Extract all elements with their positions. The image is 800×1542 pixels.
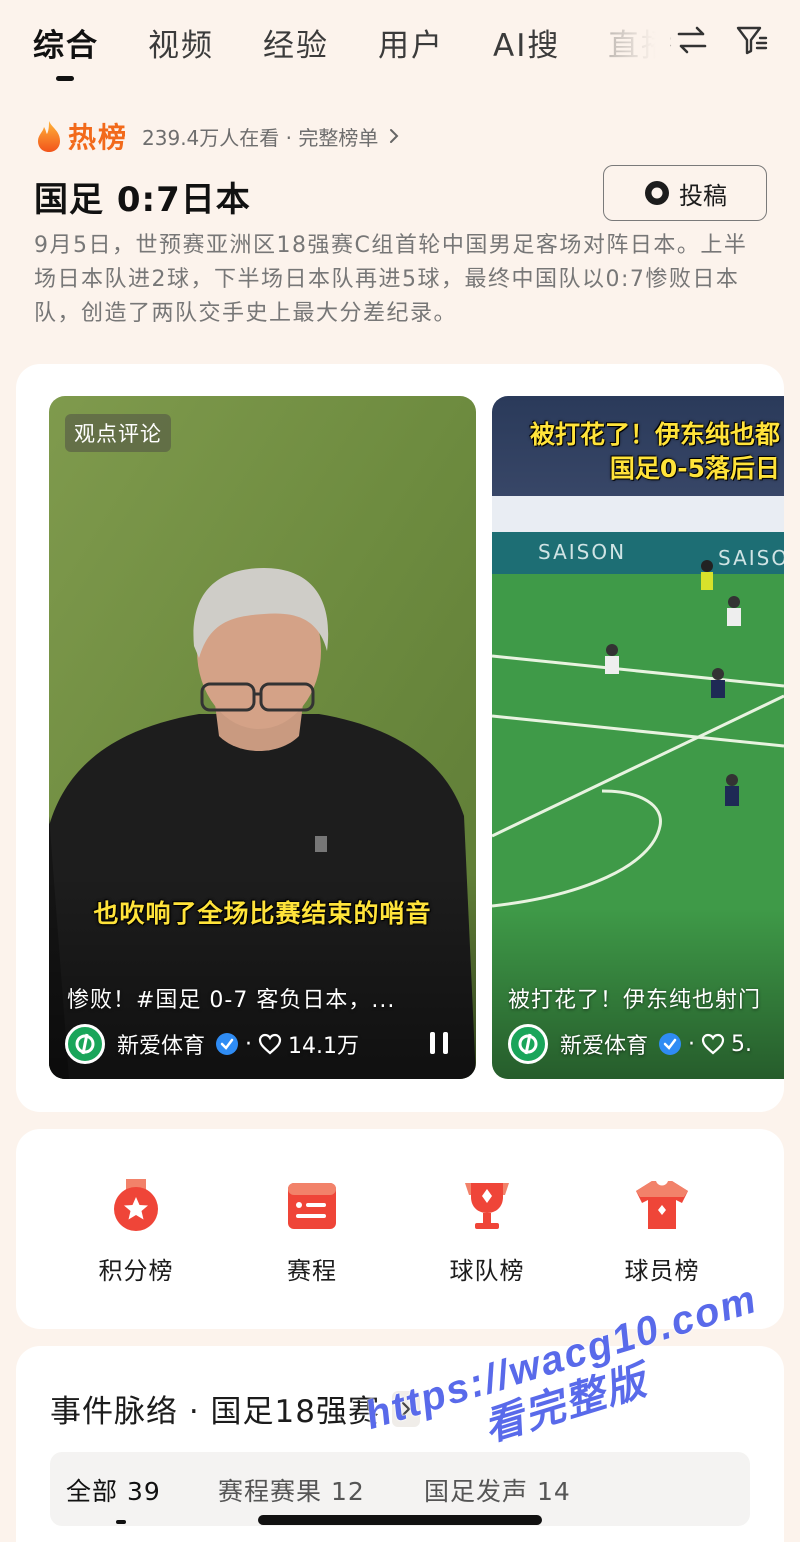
jersey-icon — [636, 1181, 688, 1229]
filter-team-statements[interactable]: 国足发声 14 — [424, 1472, 571, 1508]
team-ranking-label: 球队榜 — [449, 1257, 525, 1285]
video-author-row[interactable]: 新爱体育 · 5. — [508, 1024, 752, 1064]
top-tab-bar: 综合 视频 经验 用户 AI搜 直播 — [0, 0, 800, 96]
caption-line-1: 被打花了！伊东纯也都 — [529, 420, 780, 449]
board-text-right: SAISON — [718, 546, 784, 570]
video-title: 惨败！#国足 0-7 客负日本，... — [67, 988, 396, 1013]
switch-icon[interactable] — [676, 24, 708, 56]
schedule-label: 赛程 — [287, 1257, 337, 1285]
brand-logo-icon — [75, 1033, 95, 1055]
caption-line-2: 国足0-5落后日 — [609, 454, 780, 483]
team-ranking-entry[interactable]: 球队榜 — [427, 1177, 547, 1286]
author-name[interactable]: 新爱体育 — [560, 1028, 648, 1060]
flame-icon — [38, 121, 60, 152]
schedule-entry[interactable]: 赛程 — [252, 1177, 372, 1286]
board-text-left: SAISON — [538, 540, 627, 564]
pause-icon[interactable] — [428, 1030, 450, 1056]
active-filter-indicator — [116, 1520, 126, 1524]
submit-post-button[interactable]: 投稿 — [603, 165, 767, 221]
video-carousel[interactable]: 观点评论 也吹响了全场比赛结束的哨音 惨败！#国足 0-7 客负日本，... 新… — [16, 364, 784, 1112]
player-ranking-entry[interactable]: 球员榜 — [602, 1177, 722, 1286]
tab-users[interactable]: 用户 — [378, 20, 444, 65]
hot-list-header[interactable]: 热榜 239.4万人在看 · 完整榜单 — [34, 116, 400, 156]
tab-fade-overlay — [600, 10, 670, 70]
like-count: 14.1万 — [288, 1034, 360, 1059]
video-title: 被打花了！伊东纯也射门 — [508, 988, 762, 1013]
opinion-badge: 观点评论 — [65, 414, 171, 452]
video-author-row[interactable]: 新爱体育 · 14.1万 — [65, 1024, 359, 1064]
author-name[interactable]: 新爱体育 — [117, 1028, 205, 1060]
player-ranking-label: 球员榜 — [624, 1257, 700, 1285]
schedule-icon — [288, 1183, 336, 1229]
like-count: 5. — [731, 1031, 753, 1057]
tab-ai-search[interactable]: AI搜 — [493, 20, 560, 65]
video-thumbnail-match — [492, 396, 784, 1079]
video-card-match[interactable]: 被打花了！伊东纯也都 国足0-5落后日 SAISON SAISON 被打花了！伊… — [492, 396, 784, 1079]
standings-label: 积分榜 — [98, 1257, 174, 1285]
home-indicator[interactable] — [258, 1515, 542, 1525]
submit-post-label: 投稿 — [679, 181, 727, 210]
separator-dot: · — [245, 1031, 253, 1057]
video-caption-banner: 被打花了！伊东纯也都 国足0-5落后日 — [492, 418, 784, 486]
hot-list-label: 热榜 — [68, 121, 129, 154]
tab-experience[interactable]: 经验 — [263, 20, 329, 65]
camera-icon — [645, 181, 669, 205]
event-timeline-title: 事件脉络 · 国足18强赛 — [50, 1394, 381, 1430]
filter-schedule-results[interactable]: 赛程赛果 12 — [218, 1472, 365, 1508]
avatar[interactable] — [508, 1024, 548, 1064]
separator-dot: · — [688, 1031, 696, 1057]
heart-icon[interactable] — [701, 1033, 725, 1055]
chevron-right-icon — [390, 129, 399, 143]
trophy-icon — [465, 1183, 509, 1229]
video-subtitle: 也吹响了全场比赛结束的哨音 — [93, 899, 432, 928]
verified-icon — [216, 1033, 239, 1055]
hot-list-meta[interactable]: 239.4万人在看 · 完整榜单 — [142, 122, 378, 151]
filter-icon[interactable] — [735, 24, 769, 56]
heart-icon[interactable] — [258, 1033, 282, 1055]
medal-icon — [114, 1179, 158, 1231]
active-tab-indicator — [56, 76, 74, 81]
rankings-card: 积分榜 赛程 球队榜 球员榜 — [16, 1129, 784, 1329]
topic-title: 国足 0:7日本 — [34, 180, 251, 220]
filter-all[interactable]: 全部 39 — [66, 1472, 161, 1508]
brand-logo-icon — [518, 1033, 538, 1055]
video-card-coach[interactable]: 观点评论 也吹响了全场比赛结束的哨音 惨败！#国足 0-7 客负日本，... 新… — [49, 396, 476, 1079]
avatar[interactable] — [65, 1024, 105, 1064]
verified-icon — [659, 1033, 682, 1055]
standings-entry[interactable]: 积分榜 — [76, 1177, 196, 1286]
tab-comprehensive[interactable]: 综合 — [33, 20, 99, 65]
video-thumbnail-coach — [49, 396, 476, 1079]
tab-video[interactable]: 视频 — [148, 20, 214, 65]
topic-summary: 9月5日，世预赛亚洲区18强赛C组首轮中国男足客场对阵日本。上半场日本队进2球，… — [34, 233, 748, 326]
